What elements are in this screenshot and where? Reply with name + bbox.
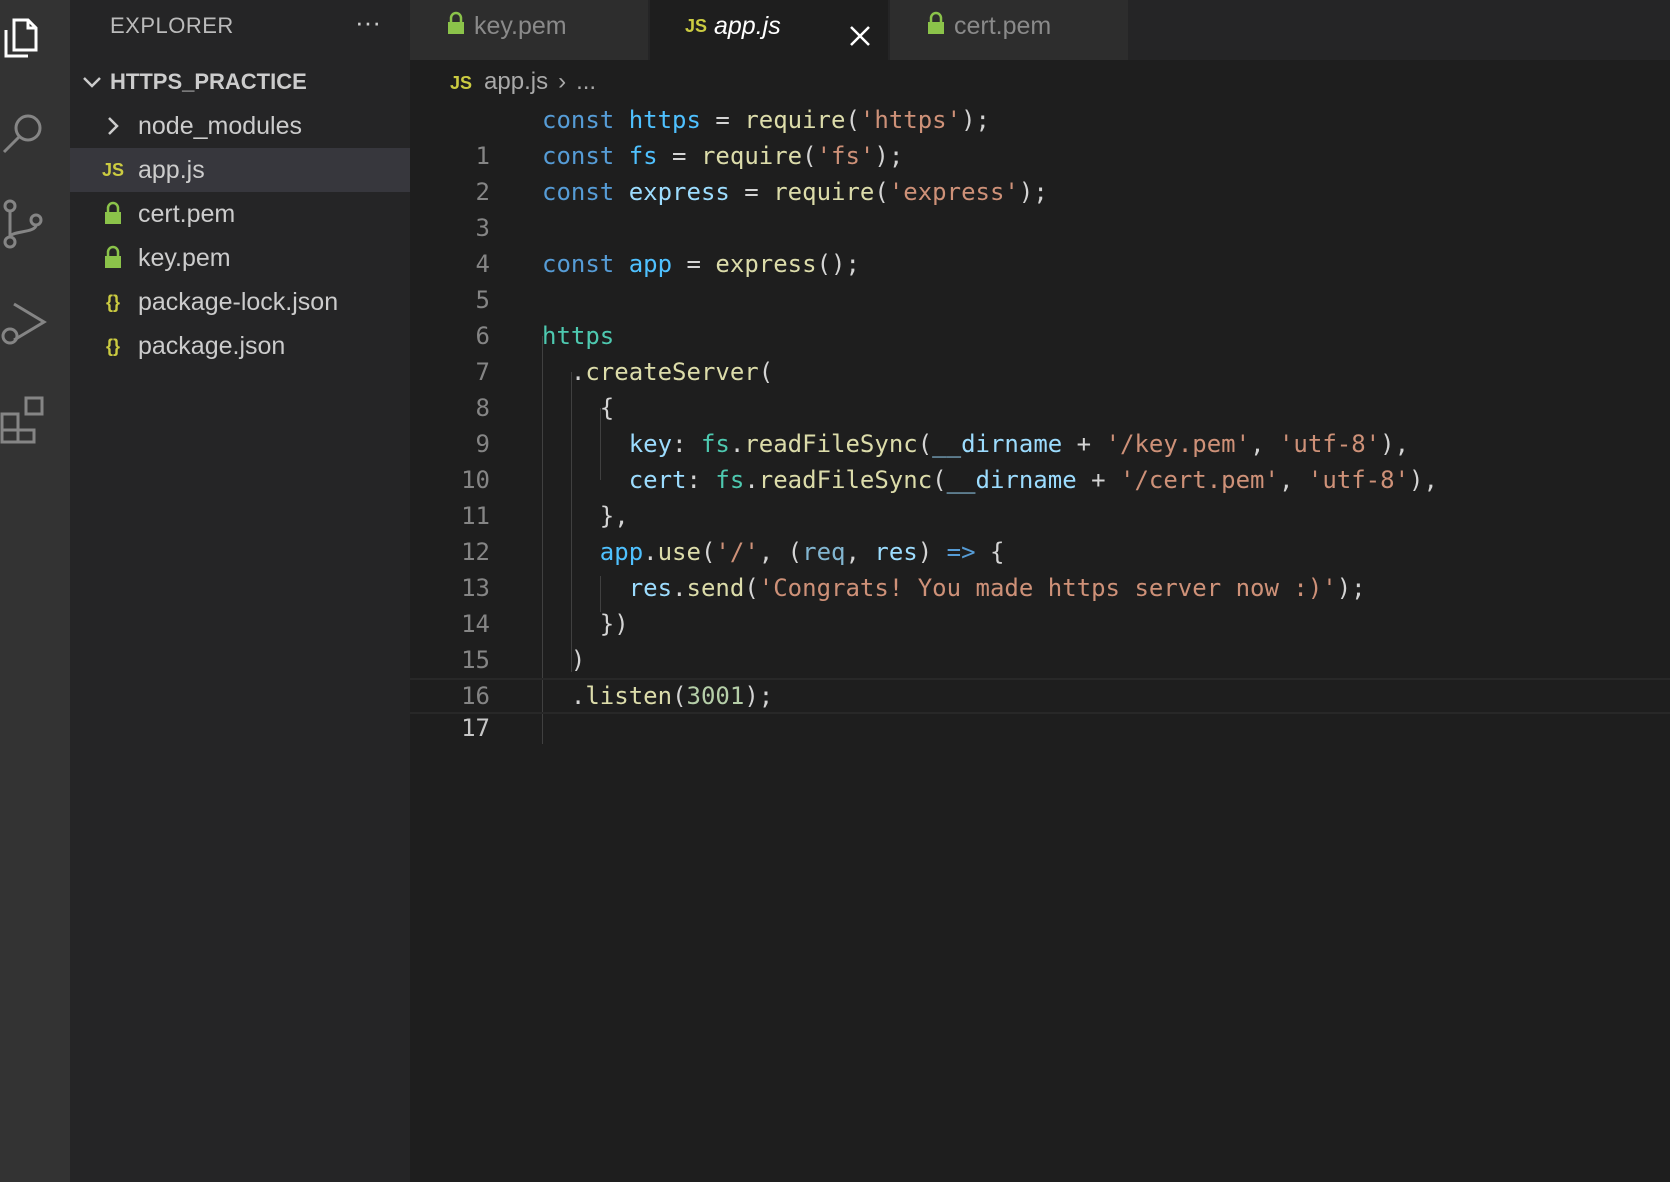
code-line: 11 cert: fs.readFileSync(__dirname + '/c…	[410, 462, 1670, 530]
tree-item-label: key.pem	[138, 244, 231, 272]
tree-item-label: package.json	[138, 332, 286, 360]
activity-bar	[0, 0, 70, 1182]
code-line: 10 key: fs.readFileSync(__dirname + '/ke…	[410, 426, 1670, 494]
tree-item-label: package-lock.json	[138, 288, 339, 316]
tab-cert-pem[interactable]: cert.pem	[890, 0, 1128, 60]
search-icon[interactable]	[0, 104, 52, 156]
code-text: .createServer(	[542, 358, 774, 386]
tree-item-label: node_modules	[138, 112, 303, 140]
js-file-icon: JS	[684, 16, 708, 36]
lock-icon	[100, 236, 126, 280]
code-text: key: fs.readFileSync(__dirname + '/key.p…	[628, 430, 1410, 458]
js-file-icon: JS	[101, 160, 125, 180]
tree-item-node-modules[interactable]: node_modules	[70, 104, 410, 148]
code-text: )	[542, 646, 586, 674]
folder-https-practice[interactable]: HTTPS_PRACTICE	[70, 64, 410, 100]
code-line: 6	[410, 282, 1670, 350]
chevron-right-icon	[100, 104, 126, 148]
chevron-right-icon: ›	[558, 68, 567, 95]
code-line: 13 app.use('/', (req, res) => {	[410, 534, 1670, 602]
code-text: https	[542, 322, 615, 350]
json-file-icon: {}	[105, 336, 120, 356]
explorer-title: EXPLORER	[110, 13, 234, 38]
breadcrumb: JS app.js ›...	[450, 64, 596, 100]
extensions-icon[interactable]	[0, 392, 52, 444]
code-text: .listen(3001);	[542, 682, 774, 710]
tree-item-cert-pem[interactable]: cert.pem	[70, 192, 410, 236]
code-editor[interactable]: 1 const https = require('https'); 2 cons…	[410, 102, 1670, 1182]
tree-item-package-lock-json[interactable]: {} package-lock.json	[70, 280, 410, 324]
json-file-icon: {}	[105, 292, 120, 312]
code-text: const https = require('https');	[542, 106, 990, 134]
tab-label: app.js	[714, 12, 781, 40]
js-file-icon: JS	[450, 73, 473, 93]
code-text: {	[542, 394, 615, 422]
folder-label: HTTPS_PRACTICE	[110, 69, 307, 94]
tab-label: cert.pem	[954, 12, 1052, 40]
code-text: },	[542, 502, 629, 530]
chevron-down-icon	[80, 64, 104, 100]
code-text: const express = require('express');	[542, 178, 1048, 206]
tab-key-pem[interactable]: key.pem	[410, 0, 648, 60]
line-number: 17	[461, 714, 490, 742]
code-text: cert: fs.readFileSync(__dirname + '/cert…	[628, 466, 1438, 494]
run-debug-icon[interactable]	[0, 296, 52, 348]
breadcrumb-file[interactable]: app.js	[484, 68, 548, 95]
code-line: 5 const app = express();	[410, 246, 1670, 314]
explorer-sidebar: EXPLORER ··· HTTPS_PRACTICE node_modules…	[70, 0, 410, 1182]
code-line: 14 res.send('Congrats! You made https se…	[410, 570, 1670, 638]
source-control-icon[interactable]	[0, 198, 52, 250]
tab-bar: key.pem JS app.js cert.pem	[410, 0, 1670, 60]
tree-item-label: app.js	[138, 156, 205, 184]
code-line: 4	[410, 210, 1670, 278]
code-line-current: 17 .listen(3001);	[410, 678, 1670, 742]
code-text: const fs = require('fs');	[542, 142, 904, 170]
lock-icon	[100, 192, 126, 236]
more-actions-icon[interactable]: ···	[348, 8, 388, 40]
code-line: 7 https	[410, 318, 1670, 386]
tab-app-js[interactable]: JS app.js	[650, 0, 888, 60]
tree-item-label: cert.pem	[138, 200, 236, 228]
code-line: 12 },	[410, 498, 1670, 566]
lock-icon	[924, 0, 948, 52]
tab-label: key.pem	[474, 12, 567, 40]
lock-icon	[444, 0, 468, 52]
close-icon[interactable]	[848, 14, 872, 46]
code-line: 9 {	[410, 390, 1670, 458]
tree-item-key-pem[interactable]: key.pem	[70, 236, 410, 280]
tree-item-package-json[interactable]: {} package.json	[70, 324, 410, 368]
code-line: 1 const https = require('https');	[410, 102, 1670, 170]
code-line: 8 .createServer(	[410, 354, 1670, 422]
code-line: 3 const express = require('express');	[410, 174, 1670, 242]
code-text: res.send('Congrats! You made https serve…	[628, 574, 1366, 602]
code-line: 15 })	[410, 606, 1670, 674]
code-line: 2 const fs = require('fs');	[410, 138, 1670, 206]
code-text: })	[542, 610, 629, 638]
code-line: 16 )	[410, 642, 1670, 710]
breadcrumb-more[interactable]: ...	[576, 68, 596, 95]
code-text: app.use('/', (req, res) => {	[599, 538, 1005, 566]
code-text: const app = express();	[542, 250, 860, 278]
files-icon[interactable]	[0, 6, 52, 58]
tree-item-app-js[interactable]: JS app.js	[70, 148, 410, 192]
